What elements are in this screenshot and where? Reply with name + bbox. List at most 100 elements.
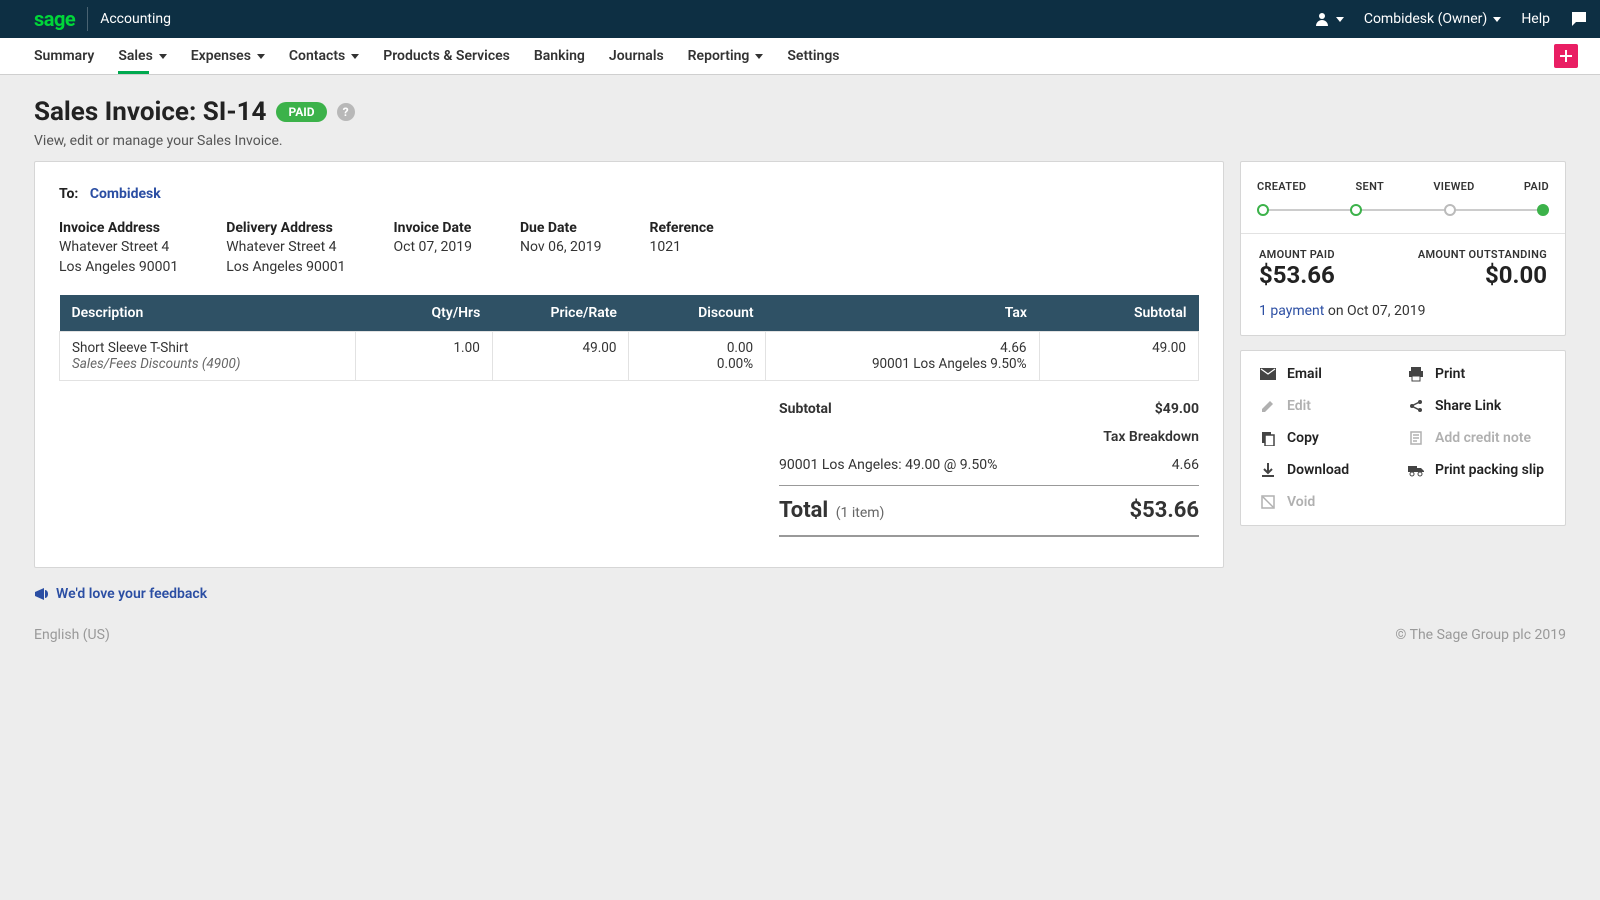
copyright: © The Sage Group plc 2019 <box>1395 627 1566 643</box>
caret-down-icon <box>257 54 265 59</box>
item-discount-pct: 0.00% <box>641 356 753 372</box>
action-copy[interactable]: Copy <box>1259 429 1399 447</box>
dot-sent <box>1350 204 1362 216</box>
payment-link[interactable]: 1 payment <box>1259 303 1324 319</box>
credit-note-icon <box>1407 429 1425 447</box>
status-timeline: CREATED SENT VIEWED PAID <box>1241 162 1565 233</box>
to-label: To: <box>59 186 78 202</box>
page-header-area: Sales Invoice: SI-14 PAID ? View, edit o… <box>0 75 1600 161</box>
actions-card: Email Print Edit Share Link Copy <box>1240 350 1566 526</box>
totals-divider <box>779 485 1199 486</box>
nav-expenses[interactable]: Expenses <box>179 38 277 74</box>
col-qty: Qty/Hrs <box>356 295 493 332</box>
total-items: (1 item) <box>836 505 885 521</box>
timeline-viewed: VIEWED <box>1433 180 1474 193</box>
table-row: Short Sleeve T-Shirt Sales/Fees Discount… <box>60 332 1199 381</box>
item-tax-detail: 90001 Los Angeles 9.50% <box>778 356 1026 372</box>
col-price: Price/Rate <box>492 295 629 332</box>
tax-breakdown-label: Tax Breakdown <box>1103 429 1199 445</box>
invoice-to-row: To: Combidesk <box>59 186 1199 202</box>
feedback-link[interactable]: We'd love your feedback <box>34 586 207 602</box>
subtotal-value: $49.00 <box>1155 401 1199 417</box>
totals-divider-thick <box>779 535 1199 537</box>
brand-divider <box>87 7 88 31</box>
action-email[interactable]: Email <box>1259 365 1399 383</box>
nav-contacts[interactable]: Contacts <box>277 38 371 74</box>
download-icon <box>1259 461 1277 479</box>
due-date-block: Due Date Nov 06, 2019 <box>520 220 602 277</box>
item-discount: 0.00 <box>641 340 753 356</box>
action-credit-note: Add credit note <box>1407 429 1547 447</box>
amount-paid-block: AMOUNT PAID $53.66 <box>1259 248 1335 289</box>
col-subtotal: Subtotal <box>1039 295 1199 332</box>
timeline-created: CREATED <box>1257 180 1306 193</box>
share-icon <box>1407 397 1425 415</box>
tax-line-value: 4.66 <box>1172 457 1199 473</box>
status-amounts-card: CREATED SENT VIEWED PAID <box>1240 161 1566 336</box>
help-link[interactable]: Help <box>1521 11 1550 27</box>
timeline-sent: SENT <box>1356 180 1385 193</box>
item-description: Short Sleeve T-Shirt <box>72 340 343 356</box>
user-icon-menu[interactable] <box>1314 11 1344 27</box>
dot-viewed <box>1444 204 1456 216</box>
language-selector[interactable]: English (US) <box>34 627 110 643</box>
caret-down-icon <box>1336 17 1344 22</box>
invoice-line-table: Description Qty/Hrs Price/Rate Discount … <box>59 295 1199 381</box>
item-ledger: Sales/Fees Discounts (4900) <box>72 356 343 372</box>
nav-sales[interactable]: Sales <box>106 38 178 74</box>
invoice-card: To: Combidesk Invoice Address Whatever S… <box>34 161 1224 568</box>
chat-icon-button[interactable] <box>1570 10 1588 28</box>
caret-down-icon <box>351 54 359 59</box>
total-label: Total <box>779 498 828 523</box>
customer-link[interactable]: Combidesk <box>90 186 161 202</box>
page-title: Sales Invoice: SI-14 <box>34 97 266 127</box>
action-void: Void <box>1259 493 1399 511</box>
action-share[interactable]: Share Link <box>1407 397 1547 415</box>
owner-menu[interactable]: Combidesk (Owner) <box>1364 11 1501 27</box>
action-packing-slip[interactable]: Print packing slip <box>1407 461 1547 479</box>
plus-icon <box>1559 49 1573 63</box>
subtotal-label: Subtotal <box>779 401 832 417</box>
tax-line-label: 90001 Los Angeles: 49.00 @ 9.50% <box>779 457 997 473</box>
page-subtitle: View, edit or manage your Sales Invoice. <box>34 133 1566 149</box>
item-price: 49.00 <box>492 332 629 381</box>
nav-journals[interactable]: Journals <box>597 38 676 74</box>
nav-banking[interactable]: Banking <box>522 38 597 74</box>
timeline-paid: PAID <box>1524 180 1549 193</box>
item-subtotal: 49.00 <box>1039 332 1199 381</box>
help-icon[interactable]: ? <box>337 103 355 121</box>
dot-paid <box>1537 204 1549 216</box>
navbar: Summary Sales Expenses Contacts Products… <box>0 38 1600 75</box>
nav-settings[interactable]: Settings <box>775 38 851 74</box>
email-icon <box>1259 365 1277 383</box>
action-print[interactable]: Print <box>1407 365 1547 383</box>
copy-icon <box>1259 429 1277 447</box>
payment-line: 1 payment on Oct 07, 2019 <box>1241 303 1565 335</box>
caret-down-icon <box>1493 17 1501 22</box>
nav-summary[interactable]: Summary <box>34 38 106 74</box>
item-qty: 1.00 <box>356 332 493 381</box>
user-icon <box>1314 11 1330 27</box>
quick-add-button[interactable] <box>1554 44 1578 68</box>
truck-icon <box>1407 461 1425 479</box>
caret-down-icon <box>755 54 763 59</box>
brand: sage Accounting <box>34 7 171 31</box>
amount-outstanding-block: AMOUNT OUTSTANDING $0.00 <box>1418 248 1547 289</box>
print-icon <box>1407 365 1425 383</box>
footer: English (US) © The Sage Group plc 2019 <box>0 619 1600 663</box>
action-download[interactable]: Download <box>1259 461 1399 479</box>
invoice-date-block: Invoice Date Oct 07, 2019 <box>394 220 472 277</box>
action-edit: Edit <box>1259 397 1399 415</box>
nav-products-services[interactable]: Products & Services <box>371 38 522 74</box>
caret-down-icon <box>159 54 167 59</box>
total-amount: $53.66 <box>1130 498 1200 523</box>
dot-created <box>1257 204 1269 216</box>
col-discount: Discount <box>629 295 766 332</box>
item-tax: 4.66 <box>778 340 1026 356</box>
nav-reporting[interactable]: Reporting <box>676 38 776 74</box>
delivery-address-block: Delivery Address Whatever Street 4 Los A… <box>226 220 345 277</box>
void-icon <box>1259 493 1277 511</box>
status-badge: PAID <box>276 102 326 122</box>
reference-block: Reference 1021 <box>650 220 714 277</box>
col-tax: Tax <box>766 295 1039 332</box>
